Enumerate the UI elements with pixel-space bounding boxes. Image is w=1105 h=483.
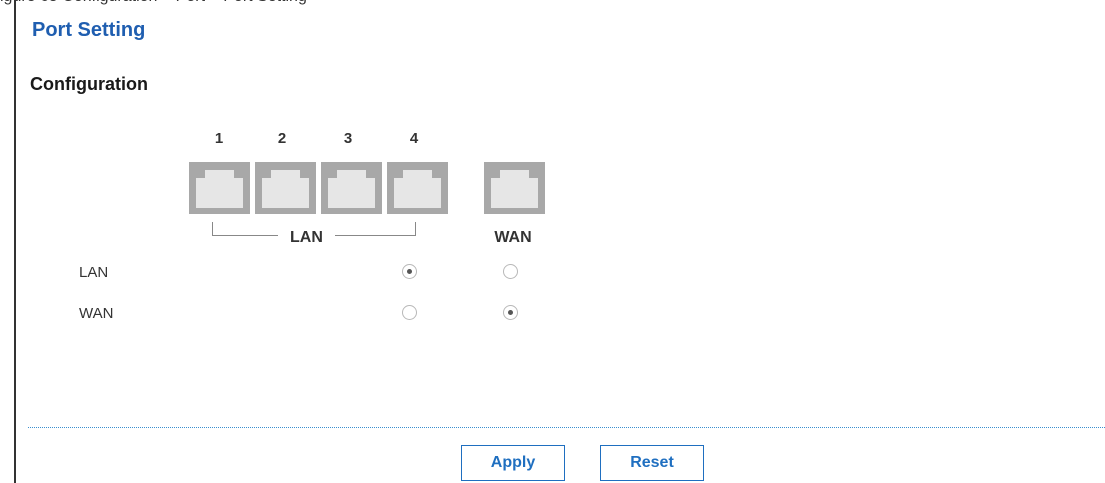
lan-row-wan-radio[interactable] xyxy=(503,264,518,279)
port-number-4: 4 xyxy=(409,130,419,147)
wan-port-label: WAN xyxy=(494,229,532,246)
wan-port-icon xyxy=(484,162,545,214)
ethernet-port-icon xyxy=(387,162,448,214)
page-title: Port Setting xyxy=(32,19,146,41)
lan-row-lan-radio[interactable] xyxy=(402,264,417,279)
apply-button[interactable]: Apply xyxy=(461,445,565,481)
row-label-lan: LAN xyxy=(79,264,109,281)
port-number-3: 3 xyxy=(343,130,353,147)
ethernet-port-icon xyxy=(189,162,250,214)
content-frame xyxy=(14,0,1104,483)
section-title: Configuration xyxy=(30,74,148,94)
ethernet-port-icon xyxy=(321,162,382,214)
wan-row-wan-radio[interactable] xyxy=(503,305,518,320)
port-number-2: 2 xyxy=(277,130,287,147)
ethernet-port-icon xyxy=(255,162,316,214)
divider xyxy=(28,427,1105,428)
wan-row-lan-radio[interactable] xyxy=(402,305,417,320)
row-label-wan: WAN xyxy=(79,305,114,322)
reset-button[interactable]: Reset xyxy=(600,445,704,481)
lan-group-label: LAN xyxy=(278,229,335,247)
port-number-1: 1 xyxy=(214,130,224,147)
